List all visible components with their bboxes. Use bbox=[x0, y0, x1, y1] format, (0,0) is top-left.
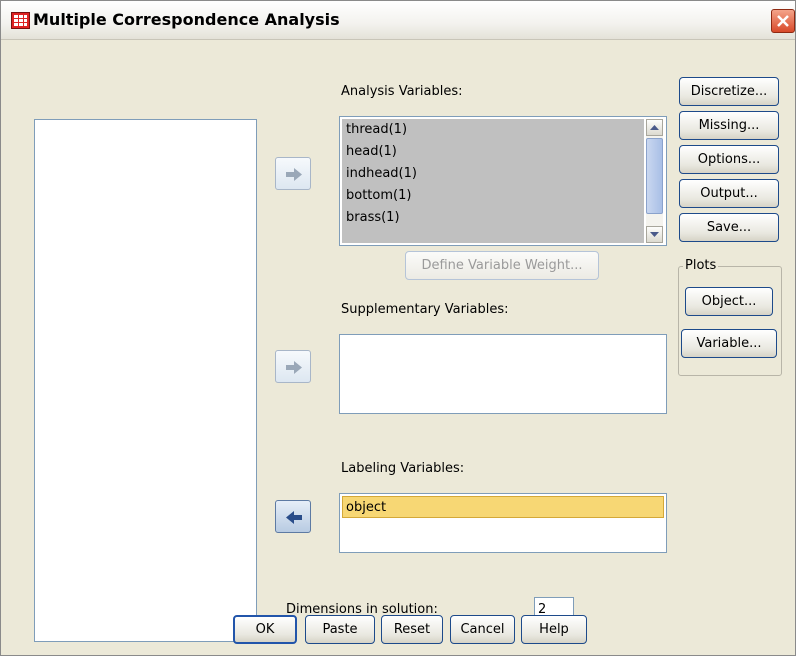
dialog-window: Multiple Correspondence Analysis Analysi… bbox=[0, 0, 796, 656]
list-item[interactable]: object bbox=[342, 496, 664, 518]
list-item[interactable]: head(1) bbox=[342, 141, 644, 163]
chevron-up-icon bbox=[650, 125, 659, 130]
output-button[interactable]: Output... bbox=[679, 179, 779, 208]
chevron-down-icon bbox=[650, 232, 659, 237]
missing-button[interactable]: Missing... bbox=[679, 111, 779, 140]
scroll-down-button[interactable] bbox=[646, 226, 663, 243]
supplementary-variables-list[interactable] bbox=[339, 334, 667, 414]
list-item[interactable]: brass(1) bbox=[342, 207, 644, 229]
move-from-labeling-button[interactable] bbox=[275, 500, 311, 533]
plots-groupbox bbox=[678, 266, 782, 376]
analysis-variables-list[interactable]: thread(1) head(1) indhead(1) bottom(1) b… bbox=[339, 116, 667, 246]
list-item[interactable]: bottom(1) bbox=[342, 185, 644, 207]
labeling-variables-label: Labeling Variables: bbox=[341, 461, 465, 476]
ok-button[interactable]: OK bbox=[233, 615, 297, 644]
left-arrow-icon bbox=[286, 511, 302, 524]
cancel-button[interactable]: Cancel bbox=[450, 615, 515, 644]
define-variable-weight-button[interactable]: Define Variable Weight... bbox=[405, 251, 599, 280]
paste-button[interactable]: Paste bbox=[305, 615, 375, 644]
close-icon bbox=[777, 15, 789, 27]
spss-app-icon bbox=[11, 12, 30, 29]
reset-button[interactable]: Reset bbox=[381, 615, 443, 644]
supplementary-variables-label: Supplementary Variables: bbox=[341, 302, 509, 317]
plots-legend: Plots bbox=[683, 258, 719, 273]
scroll-thumb[interactable] bbox=[646, 138, 663, 214]
list-item[interactable]: thread(1) bbox=[342, 119, 644, 141]
variable-plot-button[interactable]: Variable... bbox=[681, 329, 777, 358]
list-item[interactable]: indhead(1) bbox=[342, 163, 644, 185]
object-plot-button[interactable]: Object... bbox=[685, 287, 773, 316]
analysis-items: thread(1) head(1) indhead(1) bottom(1) b… bbox=[342, 119, 644, 243]
analysis-variables-label: Analysis Variables: bbox=[341, 84, 463, 99]
discretize-button[interactable]: Discretize... bbox=[679, 77, 779, 106]
source-variable-list[interactable] bbox=[34, 119, 257, 642]
labeling-variables-list[interactable]: object bbox=[339, 493, 667, 553]
scroll-up-button[interactable] bbox=[646, 119, 663, 136]
move-to-supplementary-button[interactable] bbox=[275, 350, 311, 383]
right-arrow-icon bbox=[286, 168, 302, 181]
title-bar[interactable]: Multiple Correspondence Analysis bbox=[1, 1, 795, 40]
close-button[interactable] bbox=[771, 9, 795, 33]
window-title: Multiple Correspondence Analysis bbox=[33, 10, 340, 29]
save-button[interactable]: Save... bbox=[679, 213, 779, 242]
right-arrow-icon bbox=[286, 361, 302, 374]
help-button[interactable]: Help bbox=[521, 615, 587, 644]
options-button[interactable]: Options... bbox=[679, 145, 779, 174]
vertical-scrollbar[interactable] bbox=[646, 119, 663, 243]
move-to-analysis-button[interactable] bbox=[275, 157, 311, 190]
